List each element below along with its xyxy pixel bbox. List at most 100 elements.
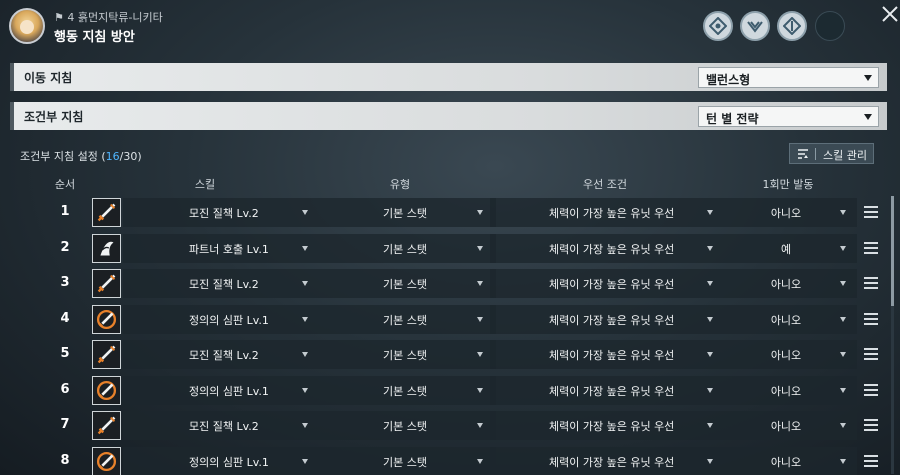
type-select[interactable]: 기본 스탯 (318, 446, 496, 475)
chevron-down-icon (840, 281, 846, 286)
condition-select[interactable]: 체력이 가장 높은 유닛 우선 (490, 375, 726, 405)
drag-handle-icon[interactable] (864, 383, 878, 396)
condition-select[interactable]: 체력이 가장 높은 유닛 우선 (490, 446, 726, 475)
chevron-down-icon (302, 245, 308, 251)
emblem-icon[interactable] (740, 11, 770, 41)
skill-select[interactable]: 모진 질책 Lv.2 (123, 198, 318, 227)
once-select[interactable]: 예 (726, 233, 857, 263)
chevron-down-icon (477, 387, 483, 393)
drag-handle-icon[interactable] (864, 206, 878, 218)
judgment-icon (92, 304, 121, 334)
chevron-down-icon (707, 245, 713, 251)
close-icon[interactable] (880, 4, 900, 24)
chevron-down-icon (477, 210, 483, 215)
chevron-down-icon (840, 352, 846, 357)
table-row: 6 정의의 심판 Lv.1 기본 스탯 체력이 가장 높은 유닛 우선 아니오 (10, 374, 887, 407)
condition-select[interactable]: 체력이 가장 높은 유닛 우선 (490, 340, 726, 369)
once-select[interactable]: 아니오 (726, 375, 857, 405)
once-select[interactable]: 아니오 (726, 446, 857, 475)
chevron-down-icon (302, 281, 308, 286)
once-select[interactable]: 아니오 (726, 411, 857, 440)
once-select[interactable]: 아니오 (726, 340, 857, 369)
chevron-down-icon (707, 281, 713, 286)
skill-select[interactable]: 모진 질책 Lv.2 (123, 340, 318, 369)
condition-select[interactable]: 체력이 가장 높은 유닛 우선 (490, 411, 726, 440)
chevron-down-icon (477, 352, 483, 357)
skill-name: 정의의 심판 Lv.1 (189, 455, 269, 469)
row-order-number: 8 (60, 452, 70, 468)
type-select[interactable]: 기본 스탯 (318, 340, 496, 369)
chevron-down-icon (840, 423, 846, 428)
skill-select[interactable]: 파트너 호출 Lv.1 (123, 233, 318, 263)
type-value: 기본 스탯 (383, 242, 427, 256)
page-title: 행동 지침 방안 (54, 30, 135, 45)
table-row: 3 모진 질책 Lv.2 기본 스탯 체력이 가장 높은 유닛 우선 아니오 (10, 267, 887, 300)
type-select[interactable]: 기본 스탯 (318, 233, 496, 263)
type-select[interactable]: 기본 스탯 (318, 198, 496, 227)
once-select[interactable]: 아니오 (726, 198, 857, 227)
once-value: 예 (780, 242, 792, 256)
condition-select[interactable]: 체력이 가장 높은 유닛 우선 (490, 269, 726, 298)
chevron-down-icon (302, 387, 308, 393)
chevron-down-icon (707, 387, 713, 393)
character-avatar[interactable] (9, 8, 45, 44)
conditional-settings-title: 조건부 지침 설정 (16/30) (20, 148, 142, 164)
chevron-down-icon (707, 423, 713, 428)
skill-name: 정의의 심판 Lv.1 (189, 384, 269, 398)
skill-manage-button[interactable]: 스킬 관리 (789, 143, 874, 164)
chevron-down-icon (707, 352, 713, 357)
condition-select[interactable]: 체력이 가장 높은 유닛 우선 (490, 233, 726, 263)
movement-strategy-select[interactable]: 밸런스형 (698, 67, 879, 88)
table-row: 2 파트너 호출 Lv.1 기본 스탯 체력이 가장 높은 유닛 우선 예 (10, 232, 887, 265)
chevron-down-icon (840, 387, 846, 393)
type-select[interactable]: 기본 스탯 (318, 304, 496, 334)
once-value: 아니오 (770, 313, 802, 327)
skill-select[interactable]: 정의의 심판 Lv.1 (123, 446, 318, 475)
character-subtitle: ⚑ 4 흙먼지탁류-니키타 (54, 11, 163, 24)
row-order-number: 1 (60, 204, 70, 219)
skill-name: 모진 질책 Lv.2 (189, 349, 259, 362)
once-value: 아니오 (770, 349, 802, 362)
drag-handle-icon[interactable] (864, 348, 878, 360)
drag-handle-icon[interactable] (864, 241, 878, 254)
scrollbar-thumb[interactable] (891, 196, 894, 306)
header: ⚑ 4 흙먼지탁류-니키타 행동 지침 방안 (0, 0, 900, 56)
drag-handle-icon[interactable] (864, 454, 878, 467)
skill-name: 모진 질책 Lv.2 (189, 278, 259, 291)
skill-select[interactable]: 모진 질책 Lv.2 (123, 411, 318, 440)
skill-select[interactable]: 정의의 심판 Lv.1 (123, 304, 318, 334)
drag-handle-icon[interactable] (864, 277, 878, 289)
table-row: 5 모진 질책 Lv.2 기본 스탯 체력이 가장 높은 유닛 우선 아니오 (10, 338, 887, 371)
condition-select[interactable]: 체력이 가장 높은 유닛 우선 (490, 198, 726, 227)
table-row: 8 정의의 심판 Lv.1 기본 스탯 체력이 가장 높은 유닛 우선 아니오 (10, 445, 887, 475)
type-select[interactable]: 기본 스탯 (318, 269, 496, 298)
once-select[interactable]: 아니오 (726, 304, 857, 334)
condition-value: 체력이 가장 높은 유닛 우선 (549, 207, 675, 220)
drag-handle-icon[interactable] (864, 312, 878, 325)
drag-handle-icon[interactable] (864, 419, 878, 431)
emblem-icon[interactable] (703, 11, 733, 41)
chevron-down-icon (840, 458, 846, 464)
type-select[interactable]: 기본 스탯 (318, 375, 496, 405)
skill-name: 모진 질책 Lv.2 (189, 207, 259, 220)
skill-select[interactable]: 모진 질책 Lv.2 (123, 269, 318, 298)
movement-strategy-value: 밸런스형 (706, 73, 751, 87)
emblem-icon[interactable] (777, 11, 807, 41)
sword-icon (92, 411, 121, 440)
condition-value: 체력이 가장 높은 유닛 우선 (549, 313, 675, 327)
condition-value: 체력이 가장 높은 유닛 우선 (549, 242, 675, 256)
empty-slot-icon[interactable] (815, 11, 845, 41)
settings-title-prefix: 조건부 지침 설정 ( (20, 150, 106, 163)
settings-count: 16 (105, 150, 120, 163)
type-select[interactable]: 기본 스탯 (318, 411, 496, 440)
skill-select[interactable]: 정의의 심판 Lv.1 (123, 375, 318, 405)
movement-strategy-label: 이동 지침 (24, 71, 73, 85)
conditional-strategy-select[interactable]: 턴 별 전략 (698, 106, 879, 127)
table-row: 1 모진 질책 Lv.2 기본 스탯 체력이 가장 높은 유닛 우선 아니오 (10, 196, 887, 229)
condition-value: 체력이 가장 높은 유닛 우선 (549, 384, 675, 398)
chevron-down-icon (477, 281, 483, 286)
once-value: 아니오 (770, 207, 802, 220)
type-value: 기본 스탯 (383, 455, 427, 469)
condition-select[interactable]: 체력이 가장 높은 유닛 우선 (490, 304, 726, 334)
once-select[interactable]: 아니오 (726, 269, 857, 298)
